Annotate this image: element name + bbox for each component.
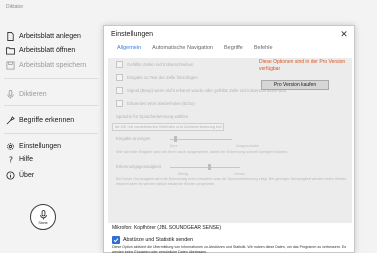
open-document-icon bbox=[6, 46, 15, 56]
sidebar-item-recognize-terms[interactable]: Begriffe erkennen bbox=[6, 114, 74, 127]
settings-tabs: Allgemein Automatische Navigation Begrif… bbox=[117, 45, 273, 51]
sidebar-item-new-worksheet[interactable]: Arbeitsblatt anlegen bbox=[6, 30, 81, 43]
tab-auto-navigation[interactable]: Automatische Navigation bbox=[152, 45, 213, 51]
checkbox[interactable] bbox=[116, 74, 123, 81]
language-select[interactable]: de-DE mit vordefinierten Befehlen und Za… bbox=[112, 123, 224, 131]
sidebar-item-label: Hilfe bbox=[19, 156, 34, 163]
checkbox[interactable] bbox=[116, 100, 123, 107]
input-delay-slider-thumb[interactable] bbox=[174, 136, 177, 142]
window-title: Diktator bbox=[6, 4, 24, 10]
option-label: Erkanntes Wort wiederholen (Echo) bbox=[127, 101, 195, 106]
sidebar-item-dictate[interactable]: Diktieren bbox=[6, 88, 47, 101]
checkmark-icon bbox=[113, 238, 119, 243]
sidebar-item-label: Einstellungen bbox=[19, 143, 62, 150]
input-delay-label: Eingabe anzeigen bbox=[116, 136, 151, 141]
sidebar-item-label: Begriffe erkennen bbox=[19, 117, 75, 124]
confidence-slider-thumb[interactable] bbox=[208, 164, 211, 170]
sidebar-item-label: Arbeitsblatt speichern bbox=[19, 62, 87, 69]
confidence-slider[interactable] bbox=[170, 167, 240, 168]
sidebar-item-save-worksheet[interactable]: Arbeitsblatt speichern bbox=[6, 59, 86, 72]
confidence-tick-min: Wenig bbox=[178, 172, 189, 176]
save-icon bbox=[6, 61, 15, 71]
pro-version-note: Diese Optionen sind in der Pro Version v… bbox=[259, 59, 346, 72]
sidebar-item-label: Über bbox=[19, 172, 35, 179]
sidebar-item-open-worksheet[interactable]: Arbeitsblatt öffnen bbox=[6, 44, 75, 57]
send-stats-option[interactable]: Abstürze und Statistik senden bbox=[112, 236, 193, 244]
sidebar-item-settings[interactable]: Einstellungen bbox=[6, 140, 61, 153]
confidence-tick-max: Genau bbox=[234, 172, 245, 176]
option-append-text[interactable]: Eingabe zu Text der Zelle hinzufügen bbox=[116, 74, 198, 81]
input-delay-tick-min: Kurz bbox=[170, 144, 178, 148]
confidence-label: Erkennungsgenauigkeit bbox=[116, 164, 161, 169]
start-dictation-button[interactable]: Starte bbox=[30, 204, 56, 230]
confidence-help: Bei hoher Genauigkeit wird die Erkennung… bbox=[116, 177, 347, 186]
option-no-overwrite[interactable]: Gefüllte Zellen nicht überschreiben bbox=[116, 61, 193, 68]
microphone-icon bbox=[39, 209, 47, 219]
svg-text:?: ? bbox=[9, 155, 13, 164]
new-document-icon bbox=[6, 32, 15, 42]
settings-dialog: Einstellungen ✕ Allgemein Automatische N… bbox=[103, 25, 355, 253]
tab-terms[interactable]: Begriffe bbox=[224, 45, 243, 51]
start-dictation-label: Starte bbox=[38, 220, 48, 225]
input-delay-slider[interactable] bbox=[170, 139, 232, 140]
microphone-icon bbox=[6, 90, 15, 100]
checkbox[interactable] bbox=[116, 61, 123, 68]
microphone-info: Mikrofon: Kopfhörer (JBL SOUNDGEAR SENSE… bbox=[112, 225, 222, 231]
option-label: Eingabe zu Text der Zelle hinzufügen bbox=[127, 75, 198, 80]
dialog-title: Einstellungen bbox=[111, 31, 154, 38]
sidebar-divider bbox=[4, 78, 98, 79]
option-echo[interactable]: Erkanntes Wort wiederholen (Echo) bbox=[116, 100, 195, 107]
input-delay-tick-max: Ausgeschaltet bbox=[236, 144, 259, 148]
gear-icon bbox=[6, 142, 15, 152]
close-icon[interactable]: ✕ bbox=[339, 29, 349, 39]
option-label: Gefüllte Zellen nicht überschreiben bbox=[127, 62, 194, 67]
language-label: Sprache für Spracherkennung wählen bbox=[116, 114, 189, 119]
sidebar-item-help[interactable]: ? Hilfe bbox=[6, 153, 33, 166]
tab-general[interactable]: Allgemein bbox=[117, 45, 141, 51]
sidebar-item-label: Diktieren bbox=[19, 91, 47, 98]
send-stats-label: Abstürze und Statistik senden bbox=[123, 237, 194, 243]
sidebar-item-about[interactable]: Über bbox=[6, 169, 34, 182]
send-stats-checkbox[interactable] bbox=[112, 236, 120, 244]
buy-pro-button[interactable]: Pro Version kaufen bbox=[261, 80, 329, 90]
sidebar-divider bbox=[4, 105, 98, 106]
help-icon: ? bbox=[6, 155, 15, 165]
tab-commands[interactable]: Befehle bbox=[254, 45, 273, 51]
recognize-icon bbox=[6, 116, 15, 126]
input-delay-help: Wie schnelle Eingabe wird der Ihren auch… bbox=[116, 150, 289, 154]
sidebar-divider bbox=[4, 133, 98, 134]
send-stats-description: Diese Option aktiviert die Übermittlung … bbox=[112, 245, 347, 253]
sidebar-item-label: Arbeitsblatt öffnen bbox=[19, 47, 76, 54]
info-icon bbox=[6, 171, 15, 181]
sidebar-item-label: Arbeitsblatt anlegen bbox=[19, 33, 81, 40]
checkbox[interactable] bbox=[116, 87, 123, 94]
